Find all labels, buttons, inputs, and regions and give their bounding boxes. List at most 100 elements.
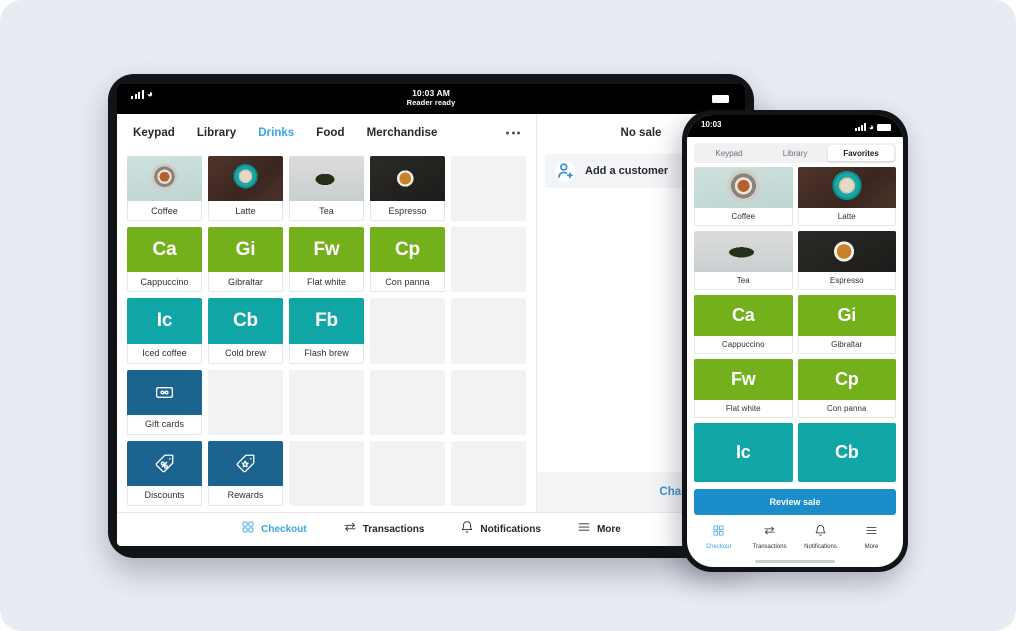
catalog-tile[interactable]: Fw Flat white: [289, 227, 364, 293]
catalog-tile[interactable]: Rewards: [208, 440, 283, 506]
tile-label: Tea: [289, 201, 364, 222]
phone-status-bar: 10:03 ◕: [687, 115, 903, 137]
tile-abbreviation: Ic: [694, 423, 793, 482]
gift-card-icon: [127, 369, 202, 415]
catalog-tab-food[interactable]: Food: [316, 127, 344, 139]
tile-label: Flash brew: [289, 343, 364, 364]
tile-abbreviation: Ca: [127, 227, 202, 273]
phone-catalog-grid: Coffee Latte Tea Espresso Ca Cappuccino Gi Gibr…: [687, 167, 903, 482]
hamburger-icon: [577, 520, 591, 539]
catalog-tile[interactable]: Tea: [694, 231, 793, 290]
catalog-tile[interactable]: Cp Con panna: [797, 359, 896, 418]
tablet-clock: 10:03 AM: [412, 88, 450, 98]
tile-label: Latte: [208, 201, 283, 222]
catalog-tile[interactable]: Gi Gibraltar: [797, 295, 896, 354]
catalog-tile[interactable]: Fb Flash brew: [289, 298, 364, 364]
tile-label: Gift cards: [127, 414, 202, 435]
phone-device: 10:03 ◕ Keypad Library Favorites Coffee Lat…: [682, 110, 908, 572]
catalog-tile[interactable]: Fw Flat white: [694, 359, 793, 418]
tile-label: Espresso: [797, 272, 896, 290]
phone-bottom-nav: Checkout Transactions Notifications More: [687, 515, 903, 555]
catalog-tile[interactable]: Ca Cappuccino: [694, 295, 793, 354]
tablet-device: ◕ 10:03 AM Reader ready Keypad Library Dri…: [108, 74, 754, 558]
tile-abbr-text: Fw: [730, 369, 756, 389]
review-sale-button[interactable]: Review sale: [694, 489, 896, 515]
catalog-panel: Keypad Library Drinks Food Merchandise Coffe…: [117, 114, 537, 512]
tablet-bottom-nav: Checkout Transactions Notifications More: [117, 512, 745, 546]
tile-label: Cappuccino: [127, 272, 202, 293]
empty-tile: [289, 369, 364, 435]
catalog-tile[interactable]: Discounts: [127, 440, 202, 506]
tile-label: Discounts: [127, 485, 202, 506]
phone-nav-item-label: Transactions: [752, 544, 787, 550]
screenshot-canvas: ◕ 10:03 AM Reader ready Keypad Library Dri…: [0, 0, 1016, 631]
reward-star-tag-icon: [208, 440, 283, 486]
catalog-tile[interactable]: Espresso: [370, 156, 445, 222]
catalog-tile[interactable]: Coffee: [694, 167, 793, 226]
nav-item-notifications[interactable]: Notifications: [460, 520, 541, 539]
tile-abbr-text: Ca: [152, 238, 177, 260]
phone-tab-keypad[interactable]: Keypad: [696, 145, 762, 161]
catalog-tile[interactable]: Cb Cold brew: [208, 298, 283, 364]
catalog-tile[interactable]: Latte: [208, 156, 283, 222]
catalog-tile[interactable]: Gi Gibraltar: [208, 227, 283, 293]
catalog-tile[interactable]: Tea: [289, 156, 364, 222]
tile-abbreviation: Fb: [289, 298, 364, 344]
catalog-tile[interactable]: Cb: [797, 423, 896, 482]
phone-nav-item-checkout[interactable]: Checkout: [696, 524, 742, 550]
phone-clock: 10:03: [701, 120, 722, 129]
tile-abbreviation: Ca: [694, 295, 793, 336]
grid-squares-icon: [712, 524, 725, 542]
catalog-tab-drinks[interactable]: Drinks: [258, 127, 294, 139]
catalog-tile[interactable]: Coffee: [127, 156, 202, 222]
catalog-tile[interactable]: Gift cards: [127, 369, 202, 435]
phone-nav-item-more[interactable]: More: [849, 524, 895, 550]
phone-nav-item-notifications[interactable]: Notifications: [798, 524, 844, 550]
tile-abbreviation: Cb: [208, 298, 283, 344]
tile-label: Con panna: [797, 400, 896, 418]
catalog-tabs: Keypad Library Drinks Food Merchandise: [117, 114, 536, 152]
tile-abbr-text: Fb: [315, 309, 338, 331]
bell-icon: [460, 520, 474, 539]
nav-item-label: More: [596, 524, 621, 535]
tile-photo: [208, 156, 283, 202]
tile-abbreviation: Ic: [127, 298, 202, 344]
phone-tab-library[interactable]: Library: [762, 145, 828, 161]
nav-item-transactions[interactable]: Transactions: [343, 520, 424, 539]
phone-nav-item-transactions[interactable]: Transactions: [747, 524, 793, 550]
phone-tab-favorites[interactable]: Favorites: [828, 145, 894, 161]
tile-abbr-text: Cb: [233, 309, 258, 331]
phone-screen: 10:03 ◕ Keypad Library Favorites Coffee Lat…: [687, 115, 903, 567]
empty-tile: [451, 440, 526, 506]
nav-item-more[interactable]: More: [577, 520, 621, 539]
tile-photo: [694, 167, 793, 208]
tile-abbreviation: Cp: [797, 359, 896, 400]
tile-label: Cappuccino: [694, 336, 793, 354]
catalog-tile[interactable]: Ic Iced coffee: [127, 298, 202, 364]
tile-abbr-text: Gi: [837, 305, 857, 325]
more-horizontal-icon[interactable]: [506, 131, 520, 135]
bell-icon: [814, 524, 827, 542]
tile-label: Flat white: [289, 272, 364, 293]
tile-photo: [797, 167, 896, 208]
empty-tile: [208, 369, 283, 435]
catalog-tile[interactable]: Cp Con panna: [370, 227, 445, 293]
home-indicator: [687, 555, 903, 567]
catalog-tile[interactable]: Ic: [694, 423, 793, 482]
catalog-tab-keypad[interactable]: Keypad: [133, 127, 175, 139]
empty-tile: [370, 369, 445, 435]
catalog-tab-library[interactable]: Library: [197, 127, 236, 139]
catalog-tile[interactable]: Ca Cappuccino: [127, 227, 202, 293]
tile-label: Latte: [797, 208, 896, 226]
tile-photo: [370, 156, 445, 202]
catalog-tile[interactable]: Latte: [797, 167, 896, 226]
battery-icon: [712, 95, 729, 103]
tile-label: Flat white: [694, 400, 793, 418]
catalog-tab-merchandise[interactable]: Merchandise: [367, 127, 438, 139]
grid-squares-icon: [241, 520, 255, 539]
tile-photo: [289, 156, 364, 202]
nav-item-checkout[interactable]: Checkout: [241, 520, 307, 539]
tablet-status-bar: ◕ 10:03 AM Reader ready: [117, 84, 745, 114]
catalog-tile[interactable]: Espresso: [797, 231, 896, 290]
phone-nav-item-label: Checkout: [705, 544, 732, 550]
